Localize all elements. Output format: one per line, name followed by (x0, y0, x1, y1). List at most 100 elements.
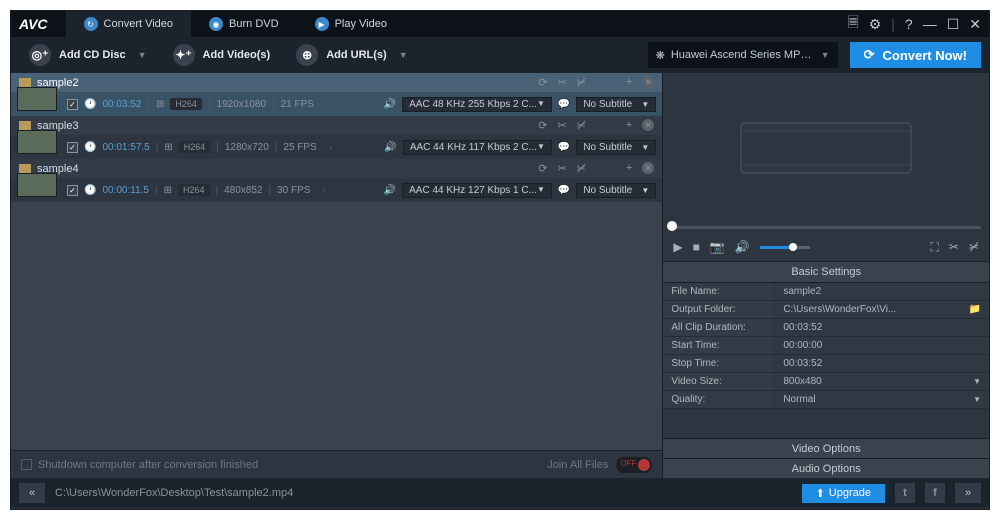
add-videos-button[interactable]: ✦⁺ Add Video(s) (163, 40, 281, 70)
resolution: 1280x720 (225, 142, 269, 153)
folder-icon (19, 164, 31, 174)
cut-disabled-icon[interactable]: ✂̸ (577, 119, 586, 132)
tab-label: Play Video (335, 18, 387, 30)
stop-button[interactable]: ■ (693, 240, 700, 254)
add-urls-button[interactable]: ⊕ Add URL(s)▼ (286, 40, 417, 70)
subtitle-icon: 💬 (558, 142, 570, 153)
audio-select[interactable]: AAC 48 KHz 255 Kbps 2 C... ▼ (402, 97, 552, 112)
volume-icon[interactable]: 🔊 (735, 240, 750, 254)
fps: 25 FPS (283, 142, 316, 153)
setting-row: Output Folder: C:\Users\WonderFox\Vi...📁 (663, 301, 989, 319)
url-icon: ⊕ (296, 44, 318, 66)
seek-slider[interactable] (663, 223, 989, 233)
gear-icon[interactable]: ⚙ (869, 16, 882, 33)
convert-now-button[interactable]: ⟳ Convert Now! (850, 42, 981, 68)
setting-row: Stop Time: 00:03:52 (663, 355, 989, 373)
basic-settings-header: Basic Settings (663, 261, 989, 283)
speaker-icon: 🔊 (384, 99, 396, 110)
audio-select[interactable]: AAC 44 KHz 117 Kbps 2 C... ▼ (403, 140, 552, 155)
camera-icon[interactable]: 📷 (710, 240, 725, 254)
subtitle-icon: 💬 (558, 185, 570, 196)
subtitle-select[interactable]: No Subtitle▼ (576, 140, 656, 155)
maximize-icon[interactable]: ☐ (947, 16, 960, 33)
cut-disabled-icon[interactable]: ✂̸ (577, 162, 586, 175)
refresh-icon[interactable]: ⟳ (538, 119, 547, 132)
clock-icon: 🕐 (84, 99, 96, 110)
remove-icon[interactable]: ✕ (642, 76, 654, 88)
up-icon: ⬆ (816, 487, 825, 500)
file-item[interactable]: sample4 ⟳ ✂ ✂̸ + ✕ ✓ 🕐 00:00:11.5 | ⊞ H2… (11, 159, 662, 202)
cut-icon[interactable]: ✂ (557, 76, 566, 89)
subtitle-select[interactable]: No Subtitle▼ (576, 183, 656, 198)
subtitle-select[interactable]: No Subtitle▼ (576, 97, 656, 112)
volume-slider[interactable] (760, 246, 810, 249)
setting-value[interactable]: Normal▼ (773, 391, 989, 408)
setting-label: Quality: (663, 391, 773, 408)
setting-value: sample2 (773, 283, 989, 300)
chevron-down-icon: ▼ (399, 50, 408, 60)
thumbnail (17, 173, 57, 197)
play-button[interactable]: ▶ (673, 240, 682, 254)
facebook-icon[interactable]: f (925, 483, 945, 503)
collapse-button[interactable]: « (19, 483, 45, 503)
twitter-icon[interactable]: t (895, 483, 915, 503)
add-icon[interactable]: + (626, 76, 632, 89)
cut-icon[interactable]: ✂ (949, 240, 959, 254)
video-icon: ⊞ (164, 142, 172, 153)
file-checkbox[interactable]: ✓ (67, 185, 78, 196)
preview-pane (663, 73, 989, 223)
tab-label: Burn DVD (229, 18, 279, 30)
setting-value[interactable]: C:\Users\WonderFox\Vi...📁 (773, 301, 989, 318)
setting-value[interactable]: 800x480▼ (773, 373, 989, 390)
file-checkbox[interactable]: ✓ (67, 99, 78, 110)
remove-icon[interactable]: ✕ (642, 119, 654, 131)
setting-label: File Name: (663, 283, 773, 300)
speaker-icon: 🔊 (384, 142, 396, 153)
setting-row: Start Time: 00:00:00 (663, 337, 989, 355)
audio-options-button[interactable]: Audio Options (663, 458, 989, 478)
history-icon[interactable]: 🗏 (847, 12, 858, 36)
help-icon[interactable]: ? (905, 16, 913, 32)
codec-badge: H264 (179, 141, 211, 153)
duration: 00:01:57.5 (102, 142, 149, 153)
setting-row: All Clip Duration: 00:03:52 (663, 319, 989, 337)
setting-value: 00:03:52 (773, 355, 989, 372)
join-files-toggle[interactable]: OFF (616, 457, 652, 473)
minimize-icon[interactable]: ― (923, 16, 937, 32)
burn-icon: ◉ (209, 17, 223, 31)
expand-button[interactable]: » (955, 483, 981, 503)
add-icon[interactable]: + (626, 119, 632, 132)
cut-icon[interactable]: ✂ (557, 119, 566, 132)
setting-row: Quality: Normal▼ (663, 391, 989, 409)
refresh-icon[interactable]: ⟳ (538, 162, 547, 175)
output-profile-select[interactable]: ❋ Huawei Ascend Series MPEG-4 Movie... ▼ (648, 42, 838, 68)
clock-icon: 🕐 (84, 185, 96, 196)
tab-label: Convert Video (104, 18, 174, 30)
shutdown-label: Shutdown computer after conversion finis… (38, 459, 258, 471)
file-checkbox[interactable]: ✓ (67, 142, 78, 153)
tab-burn-dvd[interactable]: ◉ Burn DVD (191, 11, 297, 37)
file-item[interactable]: sample3 ⟳ ✂ ✂̸ + ✕ ✓ 🕐 00:01:57.5 | ⊞ H2… (11, 116, 662, 159)
setting-label: Output Folder: (663, 301, 773, 318)
tab-play-video[interactable]: ▶ Play Video (297, 11, 405, 37)
fullscreen-icon[interactable]: ⛶ (930, 240, 938, 255)
tab-convert-video[interactable]: ↻ Convert Video (66, 11, 192, 37)
cut-disabled-icon[interactable]: ✂̸ (577, 76, 586, 89)
remove-icon[interactable]: ✕ (642, 162, 654, 174)
chevron-down-icon[interactable]: ▼ (973, 395, 981, 404)
video-options-button[interactable]: Video Options (663, 438, 989, 458)
add-cd-disc-button[interactable]: ◎⁺ Add CD Disc▼ (19, 40, 157, 70)
folder-icon[interactable]: 📁 (969, 304, 981, 315)
file-item[interactable]: sample2 ⟳ ✂ ✂̸ + ✕ ✓ 🕐 00:03:52 | ⊞ H264… (11, 73, 662, 116)
add-icon[interactable]: + (626, 162, 632, 175)
refresh-icon[interactable]: ⟳ (538, 76, 547, 89)
cut-icon[interactable]: ✂ (557, 162, 566, 175)
close-icon[interactable]: ✕ (969, 16, 981, 33)
fps: 30 FPS (277, 185, 310, 196)
audio-select[interactable]: AAC 44 KHz 127 Kbps 1 C... ▼ (402, 183, 552, 198)
cut-disabled-icon[interactable]: ✂̸ (969, 240, 979, 254)
chevron-down-icon[interactable]: ▼ (973, 377, 981, 386)
app-logo: AVC (19, 16, 48, 32)
shutdown-checkbox[interactable] (21, 459, 32, 470)
video-icon: ⊞ (164, 185, 172, 196)
